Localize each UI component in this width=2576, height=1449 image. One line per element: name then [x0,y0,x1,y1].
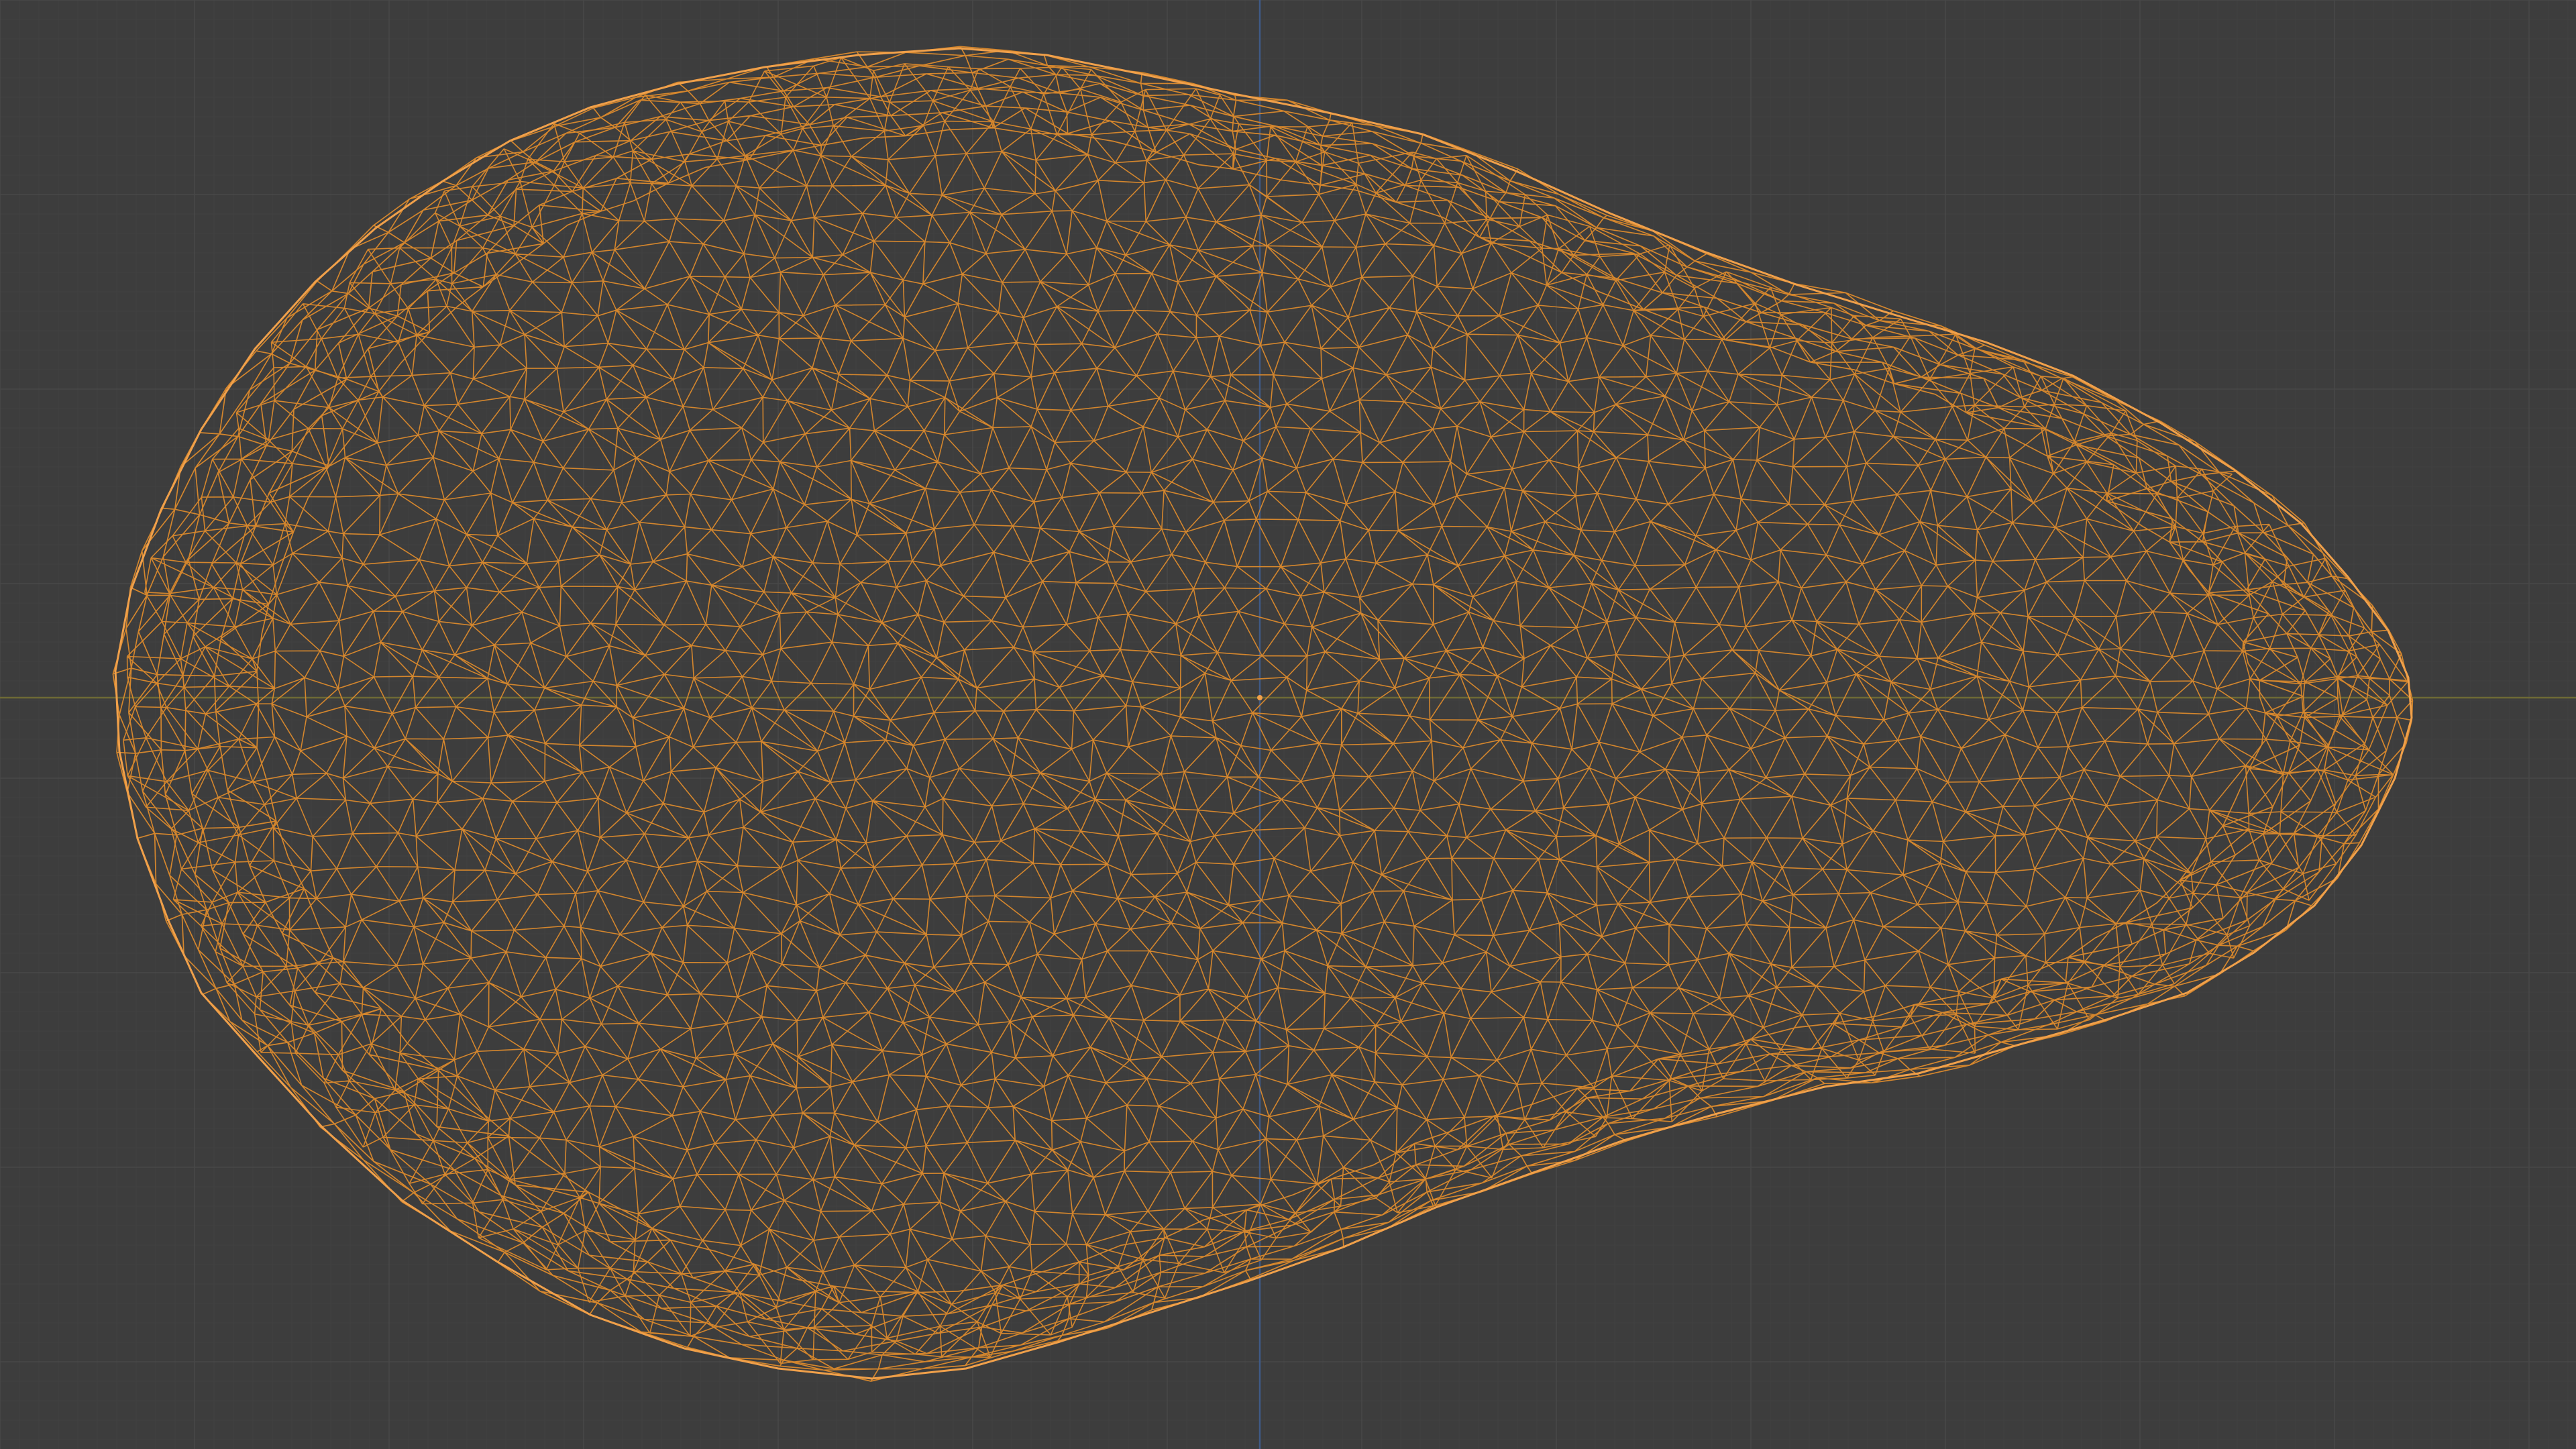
wireframe-mesh[interactable] [112,46,2414,1382]
viewport-3d[interactable] [0,0,2576,1449]
viewport-canvas[interactable] [0,0,2576,1449]
origin-dot-icon [1257,695,1263,700]
